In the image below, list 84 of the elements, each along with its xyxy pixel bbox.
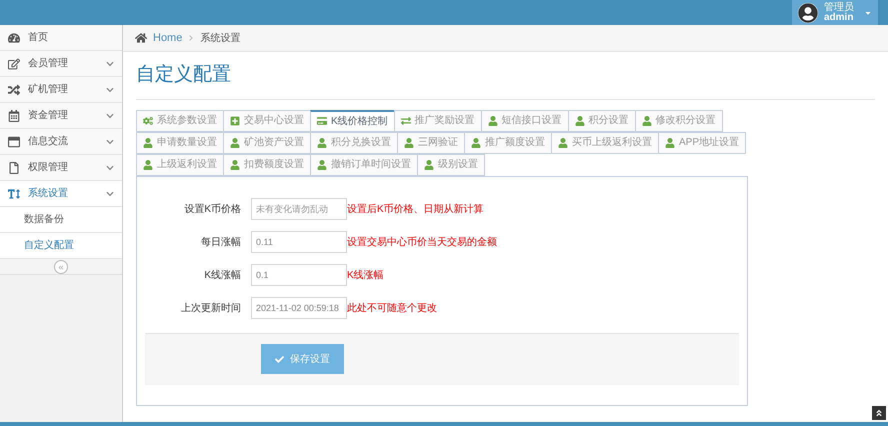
- cogs-icon: [143, 116, 153, 126]
- avatar-icon: [798, 2, 818, 22]
- tab[interactable]: APP地址设置: [658, 132, 746, 154]
- calendar-icon: [8, 110, 20, 122]
- tab[interactable]: 推广奖励设置: [394, 110, 482, 132]
- tab[interactable]: 扣费额度设置: [223, 154, 311, 176]
- text-icon: [8, 188, 20, 200]
- tab[interactable]: 矿池资产设置: [223, 132, 311, 154]
- user-icon: [642, 116, 652, 126]
- edit-icon: [8, 58, 20, 70]
- tab[interactable]: 上级返利设置: [136, 154, 224, 176]
- tab[interactable]: 交易中心设置: [223, 110, 311, 132]
- file-icon: [8, 162, 20, 174]
- user-icon: [317, 160, 327, 170]
- sidebar-item[interactable]: 系统设置: [0, 181, 122, 207]
- submenu-item[interactable]: 自定义配置: [0, 233, 122, 259]
- card-icon: [317, 116, 327, 126]
- field-hint: K线涨幅: [347, 268, 384, 282]
- tab[interactable]: K线价格控制: [310, 110, 395, 132]
- page-title: 自定义配置: [136, 52, 875, 100]
- tab[interactable]: 系统参数设置: [136, 110, 224, 132]
- tab[interactable]: 推广额度设置: [464, 132, 552, 154]
- field-label: 每日涨幅: [200, 236, 242, 250]
- chevron-icon: [106, 190, 114, 198]
- breadcrumb-current: 系统设置: [200, 32, 240, 46]
- tab[interactable]: 撤销订单时间设置: [310, 154, 418, 176]
- user-icon: [143, 160, 153, 170]
- user-icon: [424, 160, 434, 170]
- user-icon: [665, 138, 675, 148]
- shuffle-icon: [8, 84, 20, 96]
- tab[interactable]: 积分设置: [568, 110, 636, 132]
- user-icon: [230, 138, 240, 148]
- user-icon: [488, 116, 498, 126]
- sidebar-item[interactable]: 权限管理: [0, 155, 122, 181]
- tab[interactable]: 三网验证: [397, 132, 465, 154]
- check-icon: [275, 354, 284, 364]
- user-icon: [317, 138, 327, 148]
- sidebar-item[interactable]: 矿机管理: [0, 77, 122, 103]
- input-field[interactable]: 0.11: [251, 231, 347, 253]
- user-icon: [143, 138, 153, 148]
- input-field[interactable]: 未有变化请勿乱动: [251, 198, 347, 220]
- user-role: 管理员: [824, 2, 854, 12]
- sidebar-item[interactable]: 信息交流: [0, 129, 122, 155]
- chevron-icon: [106, 86, 114, 94]
- field-hint: 设置交易中心币价当天交易的金额: [347, 236, 497, 250]
- exchange-icon: [400, 116, 411, 126]
- chevron-icon: [106, 112, 114, 120]
- user-name: admin: [824, 12, 854, 22]
- user-icon: [574, 116, 585, 126]
- user-icon: [404, 138, 414, 148]
- input-field[interactable]: 0.1: [251, 264, 347, 286]
- field-label: 上次更新时间: [180, 302, 242, 316]
- chevron-icon: [188, 35, 194, 41]
- user-icon: [230, 160, 240, 170]
- collapse-button[interactable]: «: [54, 260, 68, 274]
- input-field[interactable]: 2021-11-02 00:59:18: [251, 297, 347, 319]
- scroll-top-button[interactable]: [872, 406, 886, 420]
- chevron-icon: [106, 138, 114, 146]
- user-icon: [558, 138, 568, 148]
- user-icon: [471, 138, 481, 148]
- sidebar-item[interactable]: 资金管理: [0, 103, 122, 129]
- breadcrumb-link[interactable]: Home: [153, 30, 182, 46]
- save-button[interactable]: 保存设置: [261, 344, 344, 374]
- tab[interactable]: 修改积分设置: [634, 110, 723, 132]
- field-hint: 设置后K币价格、日期从新计算: [347, 202, 484, 216]
- tab[interactable]: 买币上级返利设置: [551, 132, 659, 154]
- field-label: 设置K币价格: [183, 202, 242, 216]
- plus-icon: [230, 116, 240, 126]
- field-label: K线涨幅: [203, 268, 242, 282]
- tab[interactable]: 积分兑换设置: [310, 132, 398, 154]
- tab[interactable]: 级别设置: [417, 154, 485, 176]
- tab[interactable]: 短信接口设置: [480, 110, 569, 132]
- sidebar-item[interactable]: 会员管理: [0, 51, 122, 77]
- dashboard-icon: [8, 32, 20, 44]
- submenu-item[interactable]: 数据备份: [0, 207, 122, 233]
- chevron-icon: [106, 60, 114, 68]
- user-menu[interactable]: 管理员 admin: [792, 0, 878, 25]
- tab[interactable]: 申请数量设置: [136, 132, 224, 154]
- window-icon: [8, 136, 20, 148]
- double-up-icon: [875, 409, 883, 417]
- home-icon: [135, 32, 147, 44]
- field-hint: 此处不可随意个更改: [347, 302, 437, 316]
- chevron-icon: [106, 164, 114, 172]
- sidebar-item[interactable]: 首页: [0, 25, 122, 51]
